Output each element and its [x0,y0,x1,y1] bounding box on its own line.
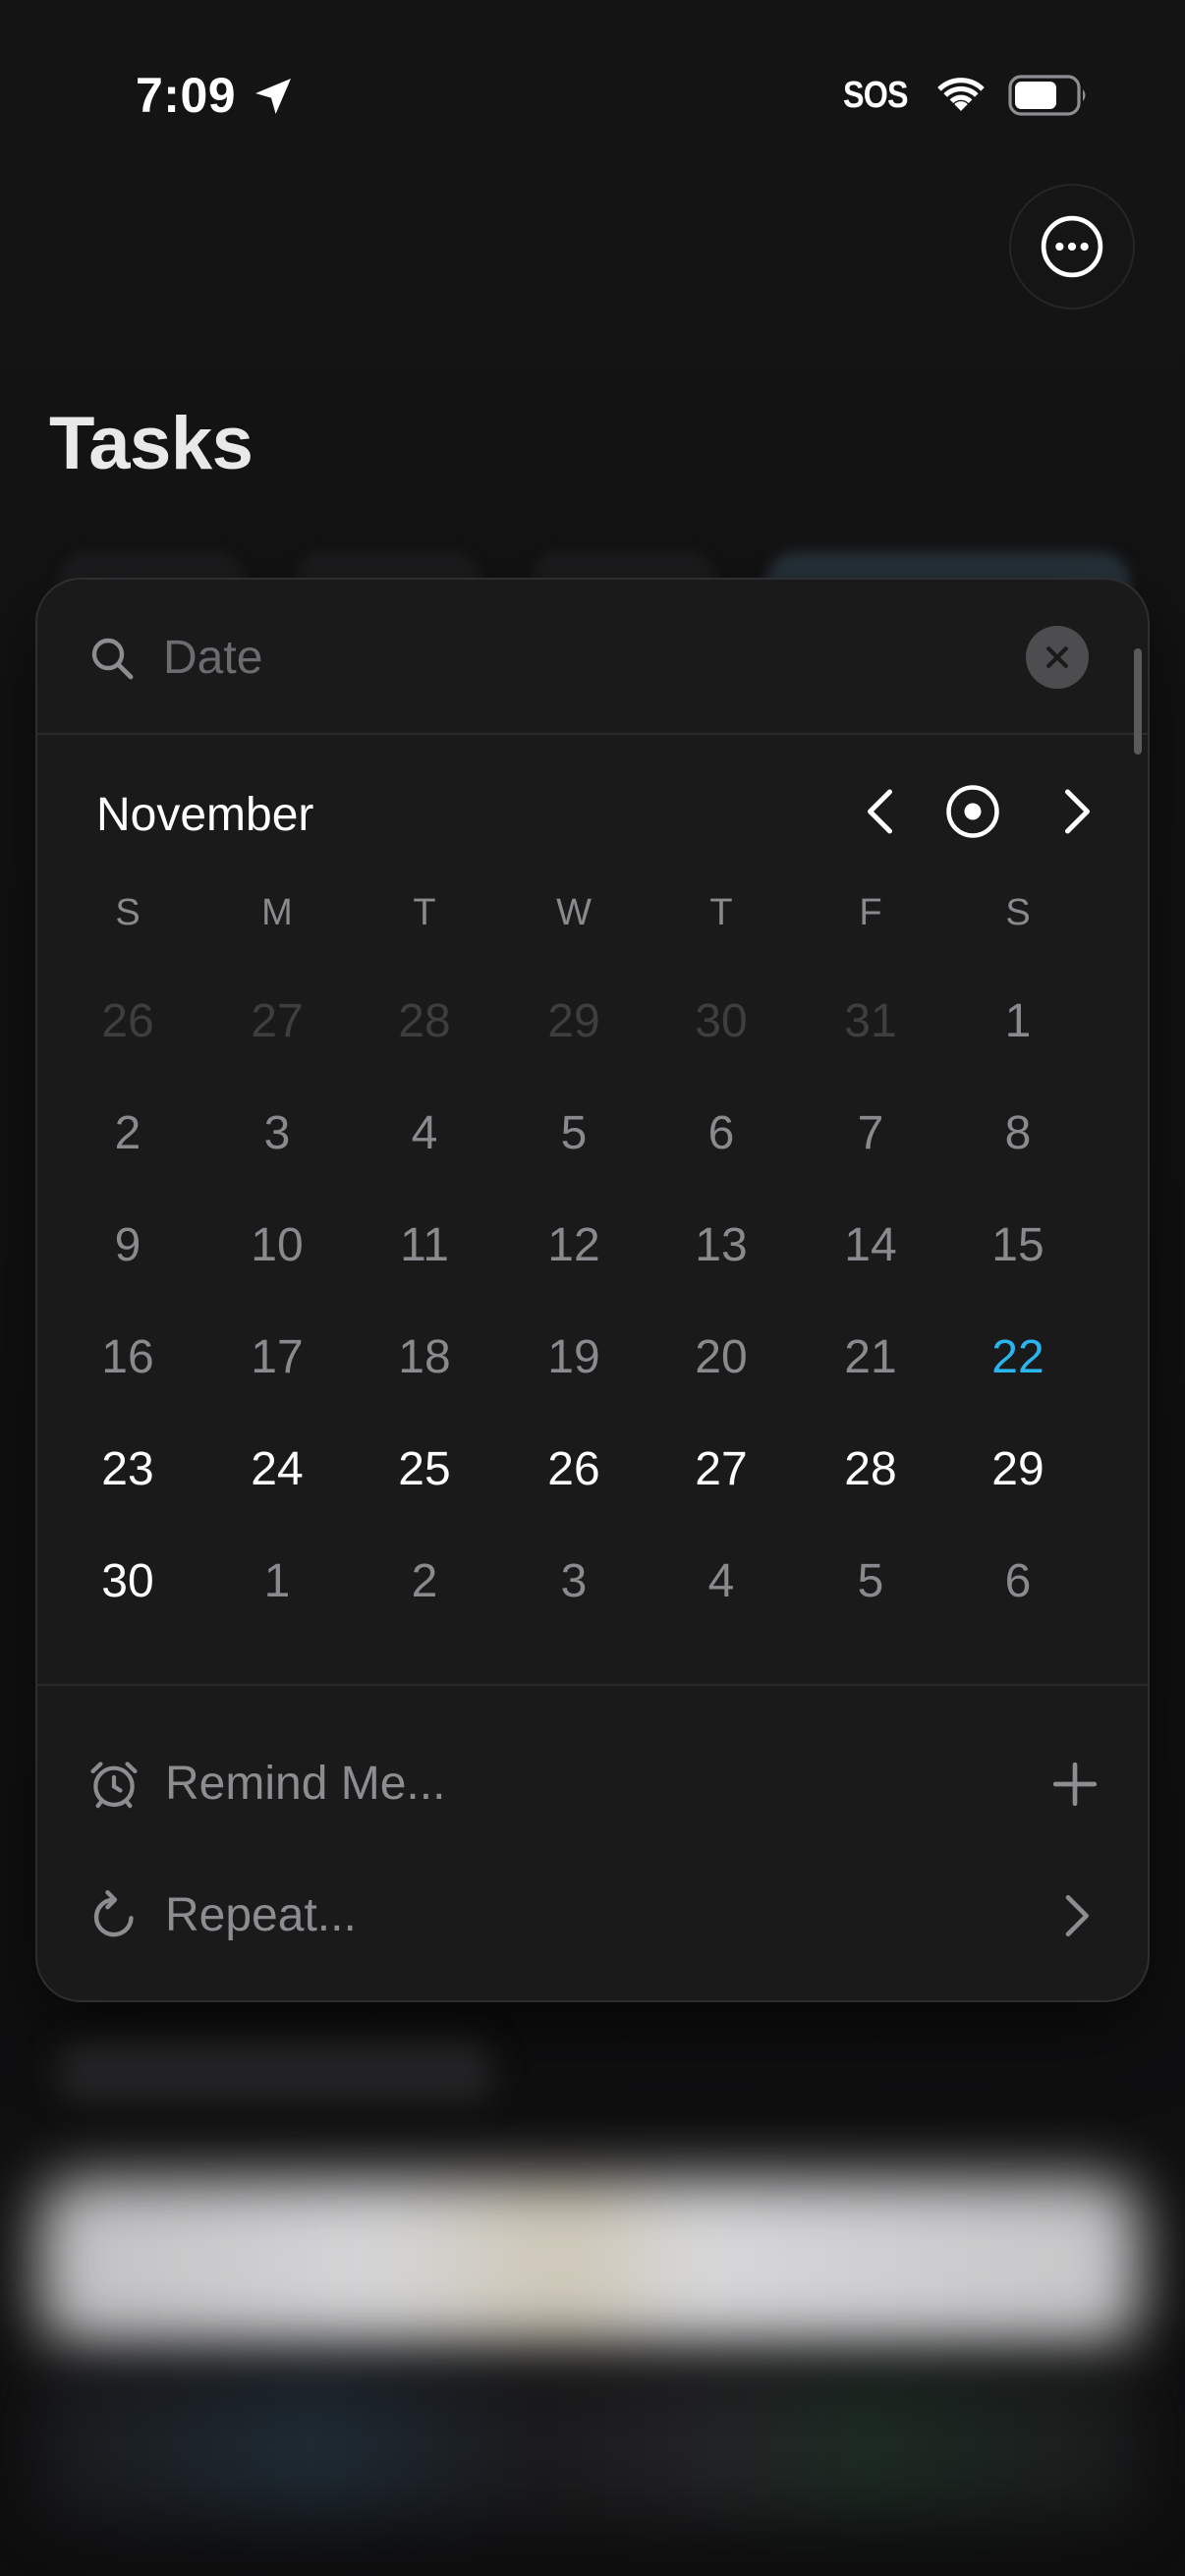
page-title: Tasks [49,402,254,485]
search-icon [91,638,134,680]
calendar-day[interactable]: 4 [662,1533,780,1631]
calendar-day[interactable]: 24 [218,1421,336,1519]
screen: 7:09 SOS Tasks Date November S M T W T F… [0,0,1185,2576]
date-search-bar [37,580,1148,735]
weekday-label: T [413,892,436,933]
chevron-right-icon[interactable] [1045,782,1104,841]
chevron-right-icon[interactable] [1047,1888,1102,1943]
calendar-day[interactable]: 21 [812,1309,930,1407]
calendar-day[interactable]: 3 [218,1085,336,1183]
weekday-label: T [709,892,733,933]
chevron-left-icon[interactable] [853,782,912,841]
weekday-label: S [115,892,141,933]
date-search-input[interactable] [163,623,998,692]
calendar-day[interactable]: 6 [959,1533,1077,1631]
calendar-day[interactable]: 10 [218,1197,336,1295]
repeat-icon [93,1889,134,1937]
calendar-day[interactable]: 20 [662,1309,780,1407]
calendar-day[interactable]: 29 [515,973,633,1071]
plus-icon[interactable] [1047,1757,1102,1812]
calendar-day[interactable]: 2 [366,1533,483,1631]
weekday-label: S [1005,892,1031,933]
weekday-header: SMTWTFS [37,892,1148,941]
calendar-day[interactable]: 25 [366,1421,483,1519]
calendar-day[interactable]: 27 [218,973,336,1071]
calendar-day[interactable]: 9 [69,1197,187,1295]
status-sos: SOS [843,75,909,116]
more-options-button[interactable] [1009,184,1135,309]
clear-button[interactable] [1026,626,1089,689]
calendar-day[interactable]: 28 [366,973,483,1071]
month-title: November [96,789,314,841]
calendar-day[interactable]: 6 [662,1085,780,1183]
wifi-icon [937,78,985,111]
weekday-label: M [261,892,293,933]
blurred-list-heading [59,2044,491,2102]
weekday-label: F [859,892,882,933]
calendar-day[interactable]: 31 [812,973,930,1071]
calendar-day[interactable]: 26 [515,1421,633,1519]
calendar-day[interactable]: 4 [366,1085,483,1183]
calendar-day[interactable]: 16 [69,1309,187,1407]
calendar-day[interactable]: 15 [959,1197,1077,1295]
calendar-day[interactable]: 28 [812,1421,930,1519]
calendar-day[interactable]: 5 [812,1533,930,1631]
date-picker-popover: November SMTWTFS 26272829303112345678910… [35,578,1150,2002]
calendar-day[interactable]: 1 [218,1533,336,1631]
weekday-label: W [556,892,592,933]
calendar-day[interactable]: 27 [662,1421,780,1519]
calendar-day[interactable]: 29 [959,1421,1077,1519]
calendar-day[interactable]: 11 [366,1197,483,1295]
calendar-day[interactable]: 13 [662,1197,780,1295]
alarm-clock-icon [90,1762,138,1809]
location-arrow-icon [255,79,291,114]
today-target-icon[interactable] [943,782,1002,841]
calendar-day[interactable]: 5 [515,1085,633,1183]
calendar-day[interactable]: 1 [959,973,1077,1071]
scrollbar[interactable] [1134,648,1142,755]
battery-icon [1008,75,1086,116]
calendar-day-today[interactable]: 22 [959,1309,1077,1407]
remind-me-label: Remind Me... [165,1758,446,1810]
repeat-label: Repeat... [165,1889,357,1941]
calendar-day[interactable]: 8 [959,1085,1077,1183]
calendar-day[interactable]: 23 [69,1421,187,1519]
ellipsis-circle-icon [1041,215,1103,278]
calendar-day[interactable]: 3 [515,1533,633,1631]
status-time: 7:09 [136,68,237,123]
divider [37,1684,1148,1686]
blurred-task-card [39,2179,1140,2346]
repeat-row[interactable]: Repeat... [37,1861,1148,1969]
calendar-day[interactable]: 12 [515,1197,633,1295]
calendar-day[interactable]: 30 [69,1533,187,1631]
calendar-day[interactable]: 18 [366,1309,483,1407]
calendar-day[interactable]: 19 [515,1309,633,1407]
calendar-day[interactable]: 17 [218,1309,336,1407]
calendar-day[interactable]: 26 [69,973,187,1071]
remind-me-row[interactable]: Remind Me... [37,1729,1148,1837]
calendar-day[interactable]: 7 [812,1085,930,1183]
calendar-day[interactable]: 2 [69,1085,187,1183]
calendar-day[interactable]: 14 [812,1197,930,1295]
close-icon [1046,646,1068,668]
blurred-bottom-content [39,2378,1140,2515]
calendar-day[interactable]: 30 [662,973,780,1071]
